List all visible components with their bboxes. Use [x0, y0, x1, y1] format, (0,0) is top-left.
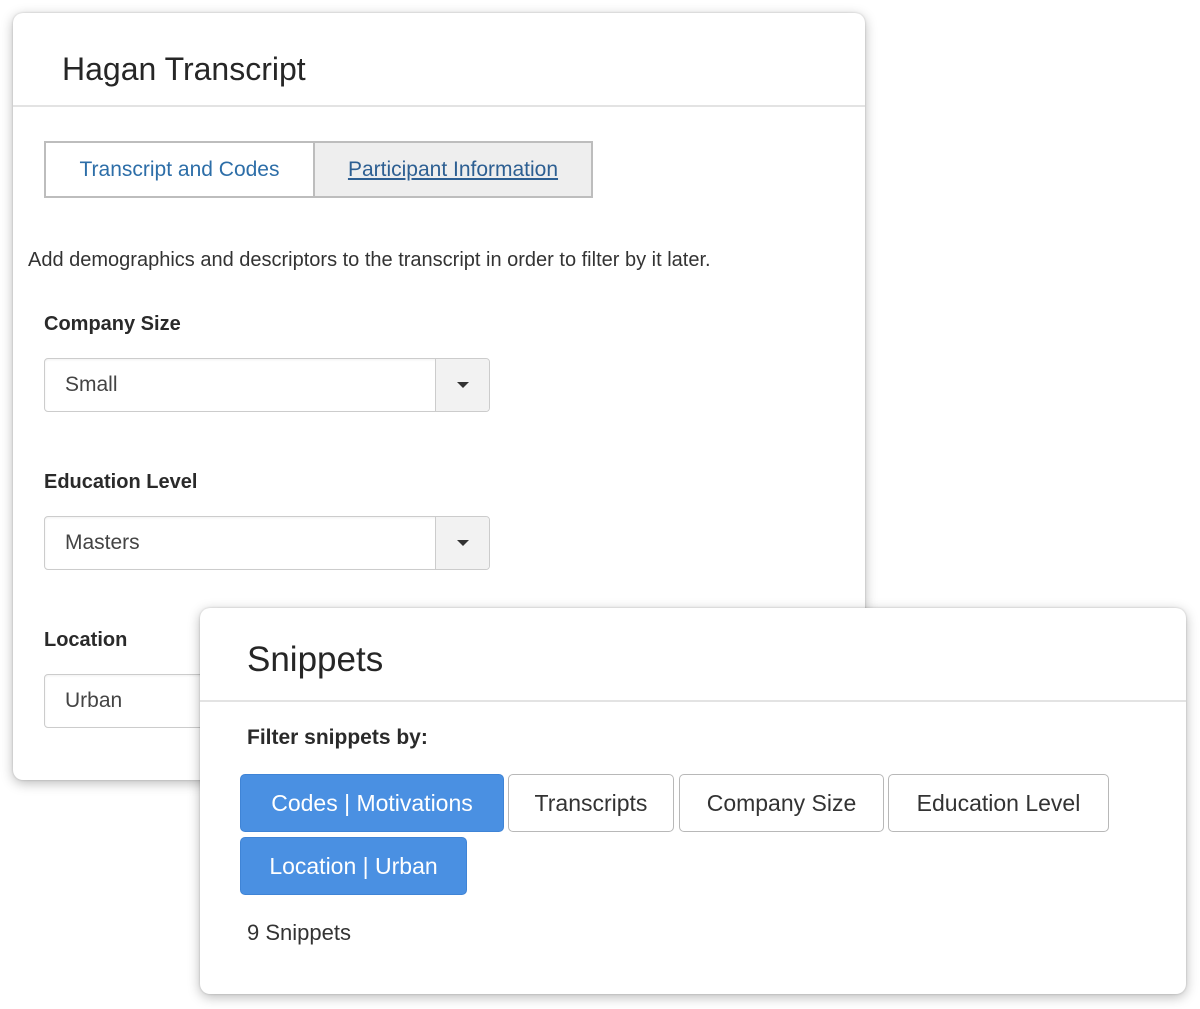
- company-size-label: Company Size: [44, 313, 181, 335]
- snippet-count: 9 Snippets: [247, 920, 351, 945]
- filter-chip-company-size[interactable]: Company Size: [679, 774, 884, 832]
- education-level-select[interactable]: Masters: [44, 516, 490, 570]
- caret-down-icon: [456, 382, 469, 388]
- company-size-dropdown-button[interactable]: [435, 359, 489, 411]
- education-level-dropdown-button[interactable]: [435, 517, 489, 569]
- filter-chip-codes-motivations[interactable]: Codes | Motivations: [240, 774, 504, 832]
- location-label: Location: [44, 629, 128, 651]
- filter-chip-location-urban[interactable]: Location | Urban: [240, 837, 467, 895]
- transcript-tabs: Transcript and Codes Participant Informa…: [44, 141, 593, 198]
- filter-snippets-label: Filter snippets by:: [247, 726, 428, 749]
- education-level-label: Education Level: [44, 471, 198, 493]
- snippets-panel: Snippets Filter snippets by: Codes | Mot…: [200, 608, 1186, 994]
- stage: Hagan Transcript Transcript and Codes Pa…: [0, 0, 1200, 1009]
- tab-participant-information[interactable]: Participant Information: [313, 141, 593, 198]
- company-size-value: Small: [65, 373, 118, 396]
- location-value: Urban: [65, 689, 123, 712]
- filter-chip-education-level[interactable]: Education Level: [888, 774, 1109, 832]
- tab-transcript-and-codes[interactable]: Transcript and Codes: [44, 141, 313, 198]
- transcript-title: Hagan Transcript: [62, 51, 306, 87]
- caret-down-icon: [456, 540, 469, 546]
- education-level-value: Masters: [65, 531, 140, 554]
- snippets-title: Snippets: [247, 640, 384, 679]
- participant-info-description: Add demographics and descriptors to the …: [28, 249, 711, 271]
- filter-chip-transcripts[interactable]: Transcripts: [508, 774, 674, 832]
- company-size-select[interactable]: Small: [44, 358, 490, 412]
